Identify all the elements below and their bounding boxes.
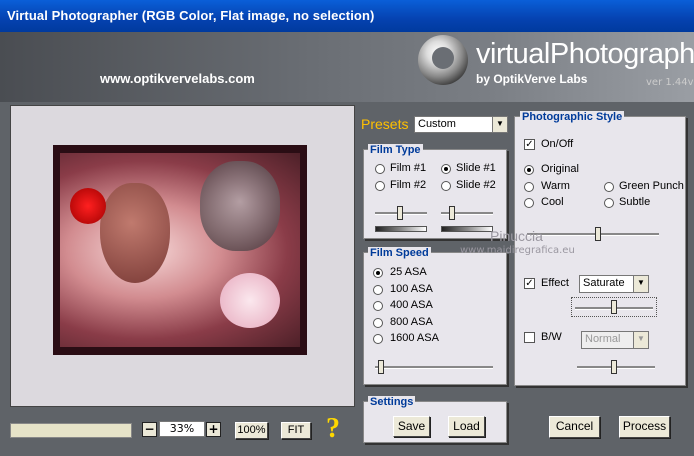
subtle-label: Subtle [619, 196, 651, 208]
zoom-in-button[interactable]: + [206, 422, 221, 437]
effect-select[interactable]: Saturate ▼ [579, 275, 649, 293]
slide-2-radio[interactable] [441, 181, 451, 191]
film-gradient-bar [375, 226, 427, 232]
photographic-style-title: Photographic Style [520, 111, 625, 123]
effect-slider-thumb[interactable] [611, 300, 617, 314]
asa-25-label: 25 ASA [390, 266, 427, 278]
film-2-radio[interactable] [375, 181, 385, 191]
film-2-label: Film #2 [390, 179, 427, 191]
bw-slider-thumb[interactable] [611, 360, 617, 374]
help-icon[interactable]: ? [326, 413, 340, 445]
asa-400-label: 400 ASA [390, 299, 433, 311]
asa-800-radio[interactable] [373, 318, 383, 328]
film-type-title: Film Type [368, 144, 423, 156]
presets-select[interactable]: Custom ▼ [414, 116, 508, 133]
progress-bar [10, 423, 132, 438]
film-1-label: Film #1 [390, 162, 427, 174]
presets-label: Presets [361, 116, 409, 132]
bw-value: Normal [585, 333, 621, 345]
film-speed-title: Film Speed [368, 247, 431, 259]
style-slider-thumb[interactable] [595, 227, 601, 241]
original-radio[interactable] [524, 165, 534, 175]
slide-gradient-bar [441, 226, 493, 232]
settings-title: Settings [368, 396, 416, 408]
website-link[interactable]: www.optikvervelabs.com [100, 71, 255, 86]
chevron-down-icon[interactable]: ▼ [492, 117, 507, 132]
save-button[interactable]: Save [393, 416, 430, 437]
image-flower [70, 188, 106, 224]
slide-2-label: Slide #2 [456, 179, 496, 191]
onoff-label: On/Off [541, 138, 574, 150]
asa-400-radio[interactable] [373, 301, 383, 311]
virtual-photographer-window: Virtual Photographer (RGB Color, Flat im… [0, 0, 694, 456]
film-slider-thumb[interactable] [397, 206, 403, 220]
logo-text: virtualPhotographer [476, 38, 694, 70]
load-button[interactable]: Load [448, 416, 485, 437]
effect-checkbox[interactable]: ✓ [524, 278, 535, 289]
image-face [100, 183, 170, 283]
slide-1-radio[interactable] [441, 164, 451, 174]
image-rose [220, 273, 280, 328]
bw-select[interactable]: Normal ▼ [581, 331, 649, 349]
presets-value: Custom [418, 118, 456, 130]
slide-1-label: Slide #1 [456, 162, 496, 174]
logo-subtitle: by OptikVerve Labs [476, 72, 588, 86]
zoom-fit-button[interactable]: FIT [281, 422, 311, 439]
effect-label: Effect [541, 277, 569, 289]
bw-label: B/W [541, 331, 562, 343]
process-button[interactable]: Process [619, 416, 670, 438]
effect-value: Saturate [583, 277, 625, 289]
zoom-100-button[interactable]: 100% [235, 422, 268, 439]
warm-label: Warm [541, 180, 570, 192]
asa-1600-radio[interactable] [373, 334, 383, 344]
green-punch-radio[interactable] [604, 182, 614, 192]
asa-800-label: 800 ASA [390, 316, 433, 328]
film-speed-slider-thumb[interactable] [378, 360, 384, 374]
zoom-value: 33% [159, 421, 205, 437]
subtle-radio[interactable] [604, 198, 614, 208]
image-ghost-face [200, 161, 280, 251]
original-label: Original [541, 163, 579, 175]
film-1-radio[interactable] [375, 164, 385, 174]
asa-1600-label: 1600 ASA [390, 332, 439, 344]
onoff-checkbox[interactable]: ✓ [524, 139, 535, 150]
window-title: Virtual Photographer (RGB Color, Flat im… [7, 8, 375, 23]
bw-checkbox[interactable] [524, 332, 535, 343]
watermark-name: Pinuccia [490, 228, 543, 244]
film-speed-slider-track[interactable] [375, 366, 493, 369]
chevron-down-icon[interactable]: ▼ [633, 332, 648, 348]
title-bar[interactable]: Virtual Photographer (RGB Color, Flat im… [0, 0, 694, 32]
watermark-site: www.maidiregrafica.eu [460, 245, 575, 256]
logo-icon-center [432, 47, 454, 69]
chevron-down-icon[interactable]: ▼ [633, 276, 648, 292]
asa-100-label: 100 ASA [390, 283, 433, 295]
green-punch-label: Green Punch [619, 180, 684, 192]
style-slider-track[interactable] [527, 233, 659, 236]
preview-image[interactable] [60, 153, 300, 347]
warm-radio[interactable] [524, 182, 534, 192]
zoom-out-button[interactable]: − [142, 422, 157, 437]
cancel-button[interactable]: Cancel [549, 416, 600, 438]
asa-25-radio[interactable] [373, 268, 383, 278]
cool-label: Cool [541, 196, 564, 208]
version-label: ver 1.44v [646, 77, 694, 88]
slide-slider-thumb[interactable] [449, 206, 455, 220]
asa-100-radio[interactable] [373, 285, 383, 295]
cool-radio[interactable] [524, 198, 534, 208]
